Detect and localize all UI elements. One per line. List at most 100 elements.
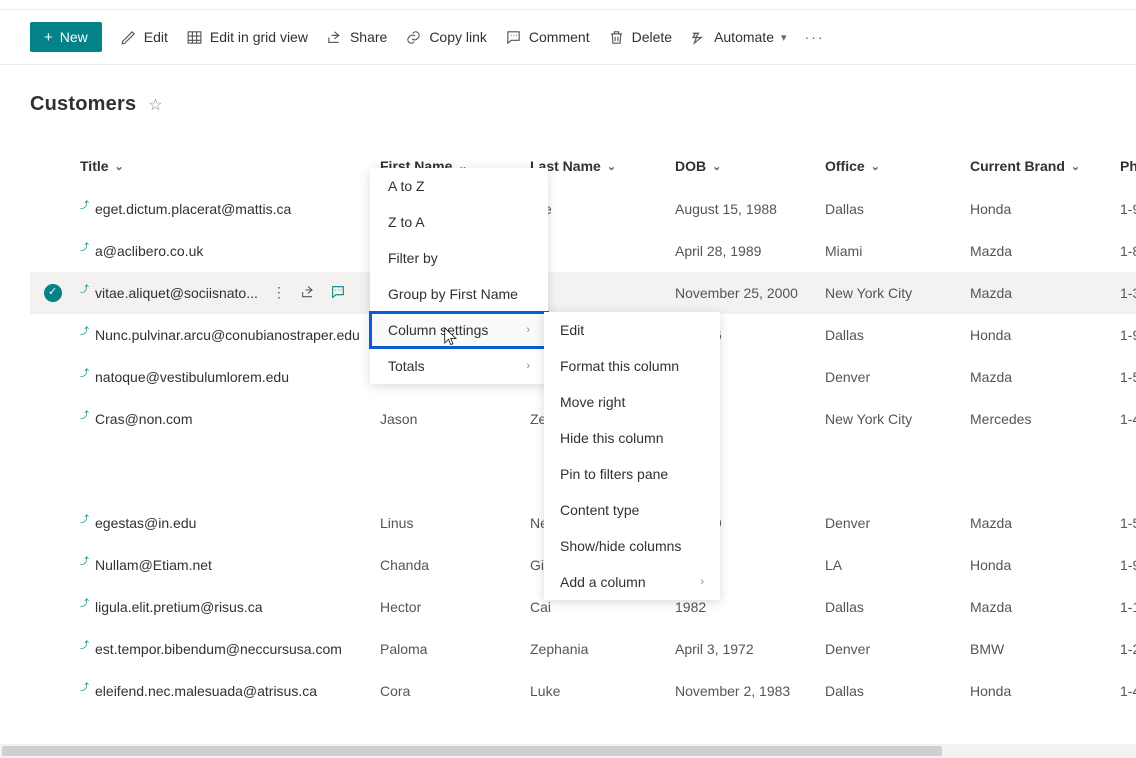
cell-title[interactable]: ⤴Nunc.pulvinar.arcu@conubianostraper.edu (80, 327, 380, 343)
column-header-office[interactable]: Office ⌄ (825, 158, 970, 174)
menu-sort-z-to-a[interactable]: Z to A (370, 204, 548, 240)
link-indicator-icon: ⤴ (80, 512, 89, 525)
cell-dob: November 25, 2000 (675, 285, 825, 301)
menu-sort-a-to-z[interactable]: A to Z (370, 168, 548, 204)
menu-group-by[interactable]: Group by First Name (370, 276, 548, 312)
cell-title[interactable]: ⤴ligula.elit.pretium@risus.ca (80, 599, 380, 615)
submenu-move-right[interactable]: Move right (544, 384, 720, 420)
cell-title-text: Nullam@Etiam.net (95, 557, 212, 573)
cell-phone: 1-81 (1120, 243, 1136, 259)
menu-item-label: Hide this column (560, 430, 664, 446)
chevron-down-icon: ⌄ (1071, 160, 1080, 173)
cell-phone: 1-96 (1120, 327, 1136, 343)
selected-check-icon[interactable] (44, 284, 62, 302)
cell-title[interactable]: ⤴est.tempor.bibendum@neccursusa.com (80, 641, 380, 657)
row-share-icon[interactable] (300, 284, 316, 303)
link-icon (405, 29, 422, 46)
edit-grid-label: Edit in grid view (210, 29, 308, 45)
cell-current-brand: Mazda (970, 285, 1120, 301)
cell-title[interactable]: ⤴eleifend.nec.malesuada@atrisus.ca (80, 683, 380, 699)
more-commands-button[interactable]: ··· (805, 29, 825, 45)
cell-dob: August 15, 1988 (675, 201, 825, 217)
copy-link-label: Copy link (429, 29, 487, 45)
cell-current-brand: Mazda (970, 369, 1120, 385)
cell-dob: April 28, 1989 (675, 243, 825, 259)
cell-title[interactable]: ⤴ egestas@in.edu (80, 515, 380, 531)
menu-item-label: Content type (560, 502, 639, 518)
cell-current-brand: Honda (970, 557, 1120, 573)
command-bar: + New Edit Edit in grid view Share Copy … (0, 10, 1136, 65)
pencil-icon (120, 29, 137, 46)
table-row[interactable]: ⤴vitae.aliquet@sociisnato...⋮ithNovember… (30, 272, 1136, 314)
cell-office: Denver (825, 641, 970, 657)
cell-title[interactable]: ⤴vitae.aliquet@sociisnato...⋮ (80, 284, 380, 303)
plus-icon: + (44, 30, 53, 45)
submenu-hide[interactable]: Hide this column (544, 420, 720, 456)
edit-button[interactable]: Edit (120, 29, 168, 46)
horizontal-scrollbar[interactable] (0, 744, 1136, 758)
cell-first-name: Chanda (380, 557, 530, 573)
cell-current-brand: Mercedes (970, 411, 1120, 427)
cell-title-text: eget.dictum.placerat@mattis.ca (95, 201, 291, 217)
cell-title[interactable]: ⤴natoque@vestibulumlorem.edu (80, 369, 380, 385)
chevron-right-icon: › (700, 576, 704, 588)
column-header-current-brand[interactable]: Current Brand ⌄ (970, 158, 1120, 174)
cell-title[interactable]: ⤴ eget.dictum.placerat@mattis.ca (80, 201, 380, 217)
submenu-edit[interactable]: Edit (544, 312, 720, 348)
share-label: Share (350, 29, 387, 45)
cell-title-text: egestas@in.edu (95, 515, 196, 531)
column-header-dob[interactable]: DOB ⌄ (675, 158, 825, 174)
automate-button[interactable]: Automate ▾ (690, 29, 786, 46)
cell-office: Dallas (825, 683, 970, 699)
comment-icon (505, 29, 522, 46)
menu-item-label: Edit (560, 322, 584, 338)
table-row[interactable]: ⤴eget.dictum.placerat@mattis.caelleAugus… (30, 188, 1136, 230)
cell-office: New York City (825, 285, 970, 301)
cell-title[interactable]: ⤴Cras@non.com (80, 411, 380, 427)
cell-dob: April 3, 1972 (675, 641, 825, 657)
column-header-last-name[interactable]: Last Name ⌄ (530, 158, 675, 174)
submenu-pin[interactable]: Pin to filters pane (544, 456, 720, 492)
row-comment-icon[interactable] (330, 284, 346, 303)
menu-filter-by[interactable]: Filter by (370, 240, 548, 276)
submenu-format[interactable]: Format this column (544, 348, 720, 384)
share-button[interactable]: Share (326, 29, 387, 46)
cell-title[interactable]: ⤴Nullam@Etiam.net (80, 557, 380, 573)
menu-item-label: A to Z (388, 178, 425, 194)
link-indicator-icon: ⤴ (80, 198, 89, 211)
comment-button[interactable]: Comment (505, 29, 590, 46)
grid-icon (186, 29, 203, 46)
submenu-add-column[interactable]: Add a column › (544, 564, 720, 600)
submenu-show-hide[interactable]: Show/hide columns (544, 528, 720, 564)
menu-column-settings[interactable]: Column settings › (370, 312, 548, 348)
submenu-content-type[interactable]: Content type (544, 492, 720, 528)
favorite-star-icon[interactable]: ☆ (148, 95, 162, 115)
cell-phone: 1-98 (1120, 557, 1136, 573)
cell-phone: 1-21 (1120, 641, 1136, 657)
cell-title[interactable]: ⤴a@aclibero.co.uk (80, 243, 380, 259)
cell-office: Denver (825, 369, 970, 385)
cell-title-text: est.tempor.bibendum@neccursusa.com (95, 641, 342, 657)
scrollbar-thumb[interactable] (2, 746, 942, 756)
chevron-down-icon: ⌄ (871, 160, 880, 173)
new-button[interactable]: + New (30, 22, 102, 52)
cell-current-brand: Honda (970, 327, 1120, 343)
cell-dob: 1982 (675, 599, 825, 615)
delete-button[interactable]: Delete (608, 29, 672, 46)
column-header-label: Pho (1120, 158, 1136, 174)
cell-office: Dallas (825, 201, 970, 217)
table-row[interactable]: ⤴est.tempor.bibendum@neccursusa.comPalom… (30, 628, 1136, 670)
row-more-icon[interactable]: ⋮ (272, 284, 286, 303)
cell-first-name: Cora (380, 683, 530, 699)
edit-grid-button[interactable]: Edit in grid view (186, 29, 308, 46)
column-header-label: Title (80, 158, 109, 174)
column-header-title[interactable]: Title ⌄ (80, 158, 380, 174)
table-row[interactable]: ⤴eleifend.nec.malesuada@atrisus.caCoraLu… (30, 670, 1136, 712)
column-header-menu: A to Z Z to A Filter by Group by First N… (370, 168, 548, 384)
cell-first-name: Jason (380, 411, 530, 427)
menu-totals[interactable]: Totals › (370, 348, 548, 384)
column-header-phone[interactable]: Pho (1120, 158, 1136, 174)
copy-link-button[interactable]: Copy link (405, 29, 487, 46)
table-row[interactable]: ⤴a@aclibero.co.ukithApril 28, 1989MiamiM… (30, 230, 1136, 272)
menu-item-label: Group by First Name (388, 286, 518, 302)
